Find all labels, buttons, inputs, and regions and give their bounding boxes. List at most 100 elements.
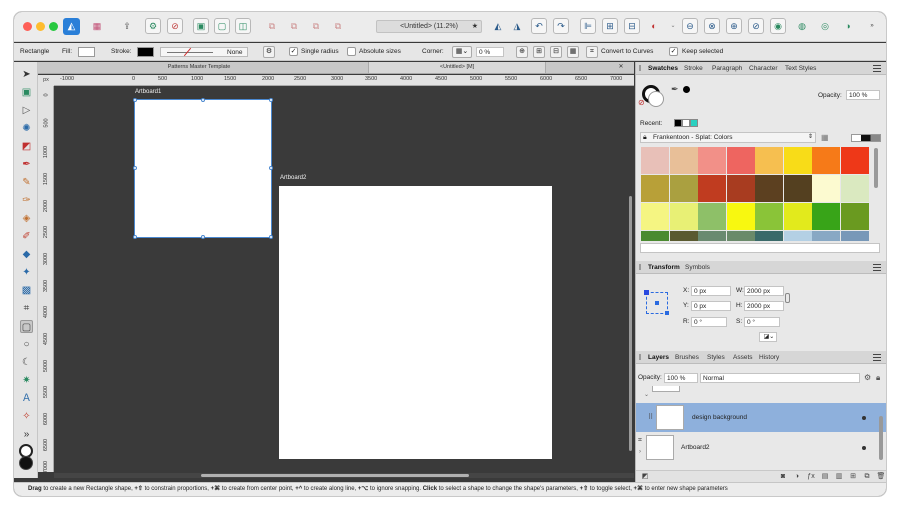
pen-tool-icon[interactable]: ✒ <box>20 158 33 171</box>
vertical-scrollbar[interactable] <box>627 86 634 472</box>
image-tool-icon[interactable]: ▩ <box>20 284 33 297</box>
artboard1[interactable] <box>134 99 272 238</box>
minimize-window-button[interactable] <box>36 22 45 31</box>
tab-paragraph[interactable]: Paragraph <box>712 62 742 75</box>
swatch-color[interactable] <box>840 147 869 174</box>
tab-styles[interactable]: Styles <box>707 351 725 364</box>
tab-assets[interactable]: Assets <box>733 351 753 364</box>
layer-visibility-icon[interactable] <box>862 446 866 450</box>
tab-swatches[interactable]: Swatches <box>648 62 678 75</box>
guides-icon[interactable]: ◫ <box>235 18 251 34</box>
recent-color-2[interactable] <box>690 119 698 127</box>
assistant-icon[interactable]: ◉ <box>770 18 786 34</box>
shear-field[interactable]: 0 ° <box>744 317 780 327</box>
pixel-layer-icon[interactable]: ▤ <box>820 472 830 482</box>
swatch-color[interactable] <box>726 175 755 202</box>
duplicate-layer-icon[interactable]: ⧉ <box>862 472 872 482</box>
panel-grip-icon[interactable] <box>639 264 641 270</box>
ellipse-tool-icon[interactable]: ○ <box>20 338 33 351</box>
corner-type-dropdown[interactable]: ▦⌄ <box>452 46 472 58</box>
layers-opacity-field[interactable]: 100 % <box>664 373 698 383</box>
convert-curves-icon[interactable]: ⌗ <box>586 46 598 58</box>
convert-to-curves-button[interactable]: Convert to Curves <box>601 47 653 57</box>
align-right-icon[interactable]: ⊟ <box>624 18 640 34</box>
selection-handle[interactable] <box>133 235 137 239</box>
group-icon[interactable]: ▥ <box>834 472 844 482</box>
close-tab-icon[interactable]: ✕ <box>612 62 630 73</box>
layer-row-design-background[interactable]: ⠿ design background <box>636 403 886 432</box>
boolean-subtract-icon[interactable]: ⊖ <box>682 18 698 34</box>
panel-grip-icon[interactable] <box>639 354 641 360</box>
layer-lock-icon[interactable]: 🔒︎ <box>876 373 880 383</box>
layer-row-artboard2[interactable]: ⌗ › Artboard2 <box>636 433 886 462</box>
stroke-style-field[interactable]: None <box>160 47 248 57</box>
more-icon[interactable]: » <box>864 18 880 34</box>
blend-mode-dropdown[interactable]: Normal <box>700 373 860 383</box>
swatch-color[interactable] <box>669 147 698 174</box>
stroke-swatch[interactable] <box>137 47 154 57</box>
absolute-sizes-checkbox[interactable] <box>347 47 356 56</box>
collapse-arrow-icon[interactable]: › <box>639 449 641 455</box>
tab-character[interactable]: Character <box>749 62 778 75</box>
rotate-right-icon[interactable]: ↷ <box>553 18 569 34</box>
mask-layer-icon[interactable]: ◙ <box>778 472 788 482</box>
designer-persona-icon[interactable]: ◭ <box>63 18 80 35</box>
align-center-icon[interactable]: ⊞ <box>602 18 618 34</box>
selection-handle[interactable] <box>133 98 137 102</box>
swatch-color[interactable] <box>641 175 669 202</box>
eyedropper-icon[interactable]: ✒ <box>671 84 679 95</box>
boolean-divide-icon[interactable]: ⊘ <box>748 18 764 34</box>
tab-symbols[interactable]: Symbols <box>685 261 710 274</box>
selection-handle[interactable] <box>269 235 273 239</box>
vector-brush-tool-icon[interactable]: ✑ <box>20 194 33 207</box>
flip-horizontal-icon[interactable]: ◭ <box>490 18 506 34</box>
canvas[interactable]: Artboard1 Artboard2 <box>54 86 634 472</box>
layer-settings-icon[interactable]: ⚙ <box>864 373 871 382</box>
h-field[interactable]: 2000 px <box>744 301 784 311</box>
snap-node-icon[interactable]: ⊕ <box>516 46 528 58</box>
tab-brushes[interactable]: Brushes <box>675 351 699 364</box>
horizontal-scrollbar[interactable] <box>54 473 634 478</box>
effects-icon[interactable]: ƒx <box>806 472 816 482</box>
swatch-color[interactable] <box>840 203 869 230</box>
selection-handle[interactable] <box>201 235 205 239</box>
swatch-color[interactable] <box>698 203 726 230</box>
horizontal-scroll-thumb[interactable] <box>201 474 469 477</box>
color-picker-tool-icon[interactable]: ✧ <box>20 410 33 423</box>
chat-icon[interactable]: ◍ <box>794 18 810 34</box>
rotate-left-icon[interactable]: ↶ <box>531 18 547 34</box>
polygon-tool-icon[interactable]: ✷ <box>20 374 33 387</box>
tab-untitled[interactable]: <Untitled> [M] <box>368 62 546 73</box>
swatch-color[interactable] <box>755 175 783 202</box>
move-tool-icon[interactable]: ➤ <box>20 68 33 81</box>
fill-swatch[interactable] <box>78 47 95 57</box>
pixel-persona-icon[interactable]: ▦ <box>89 18 105 34</box>
palette-swatch-mode-icon[interactable] <box>851 134 881 142</box>
swatch-color[interactable] <box>669 175 698 202</box>
selection-handle[interactable] <box>269 98 273 102</box>
tab-patterns-master-template[interactable]: Patterns Master Template <box>110 62 288 73</box>
swatch-color[interactable] <box>726 203 755 230</box>
swatch-color[interactable] <box>812 203 840 230</box>
recent-color-0[interactable] <box>674 119 682 127</box>
lock-aspect-icon[interactable] <box>785 293 790 303</box>
swatch-search-field[interactable] <box>640 243 880 253</box>
camera-icon[interactable]: ◎ <box>817 18 833 34</box>
close-window-button[interactable] <box>23 22 32 31</box>
transform-menu-icon[interactable] <box>873 264 881 271</box>
tab-transform[interactable]: Transform <box>648 261 680 274</box>
recent-color-1[interactable] <box>682 119 690 127</box>
snap-edge-icon[interactable]: ⊟ <box>550 46 562 58</box>
swatch-color[interactable] <box>641 231 669 241</box>
text-tool-icon[interactable]: Ａ <box>20 392 33 405</box>
layers-menu-icon[interactable] <box>873 354 881 361</box>
corner-value-field[interactable]: 0 % <box>476 47 504 57</box>
swatch-color[interactable] <box>669 231 698 241</box>
rotation-field[interactable]: 0 ° <box>691 317 727 327</box>
transform-origin-button[interactable]: ◪⌄ <box>759 332 777 342</box>
vertical-scroll-thumb[interactable] <box>629 196 632 451</box>
layer-preview-icon[interactable]: ◩ <box>640 472 650 482</box>
swatch-color[interactable] <box>840 231 869 241</box>
recent-black-dot[interactable] <box>683 86 690 93</box>
anchor-selector[interactable] <box>644 290 669 315</box>
